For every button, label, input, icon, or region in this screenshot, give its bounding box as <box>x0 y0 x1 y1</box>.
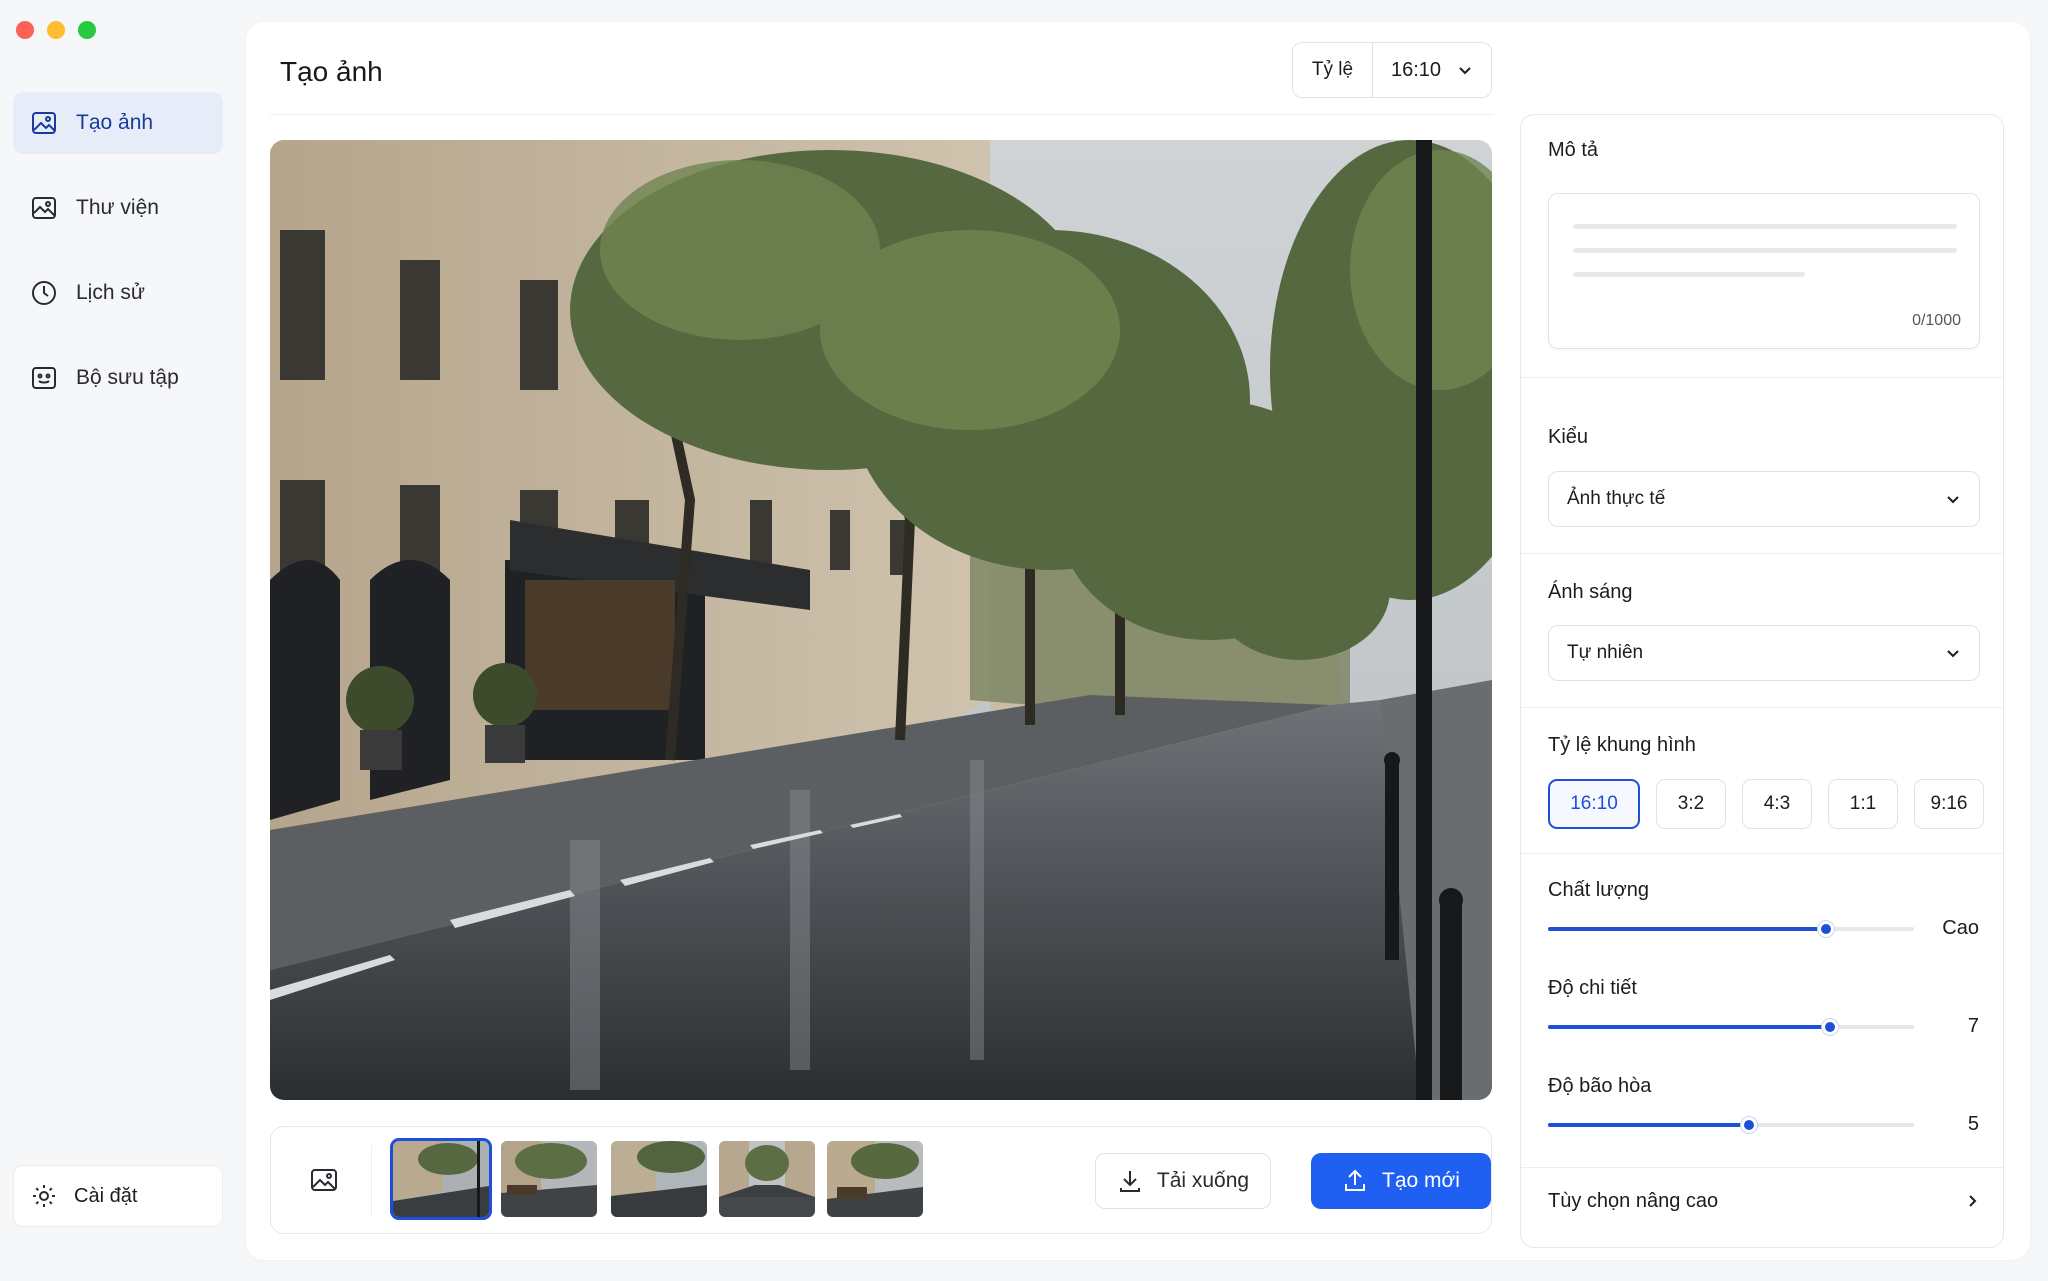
aspect-option-3-2[interactable]: 3:2 <box>1656 779 1726 829</box>
lighting-dropdown[interactable]: Tự nhiên <box>1548 625 1980 681</box>
lighting-label: Ánh sáng <box>1548 581 1633 603</box>
create-new-label: Tạo mới <box>1382 1169 1460 1192</box>
sidebar-item-create-image[interactable]: Tạo ảnh <box>13 92 223 154</box>
aspect-option-9-16[interactable]: 9:16 <box>1914 779 1984 829</box>
page-title: Tạo ảnh <box>280 56 383 87</box>
create-new-button[interactable]: Tạo mới <box>1311 1153 1491 1209</box>
toolbar-divider <box>371 1145 372 1217</box>
slider-fill <box>1548 927 1827 931</box>
header-divider <box>270 114 1494 115</box>
image-icon <box>32 112 56 134</box>
collection-icon <box>32 367 56 389</box>
placeholder-line <box>1573 224 1957 229</box>
detail-slider[interactable] <box>1548 1019 1914 1035</box>
settings-panel: Mô tả 0/1000 Kiểu Ảnh thực tế Ánh sáng T… <box>1520 114 2004 1248</box>
saturation-label: Độ bão hòa <box>1548 1075 1652 1097</box>
sidebar-item-label: Thư viện <box>76 196 159 219</box>
sidebar-item-collection[interactable]: Bộ sưu tập <box>13 347 223 409</box>
sidebar-item-label: Tạo ảnh <box>76 111 154 134</box>
aspect-option-16-10[interactable]: 16:10 <box>1548 779 1640 829</box>
placeholder-line <box>1573 272 1805 277</box>
sidebar-nav: Tạo ảnh Thư viện Lịch sử Bộ sưu tập <box>13 92 223 432</box>
download-button[interactable]: Tải xuống <box>1095 1153 1271 1209</box>
slider-fill <box>1548 1123 1750 1127</box>
download-icon <box>1119 1171 1140 1192</box>
section-divider <box>1521 1167 2003 1168</box>
aspect-option-1-1[interactable]: 1:1 <box>1828 779 1898 829</box>
thumbnail-1[interactable] <box>390 1138 492 1220</box>
description-label: Mô tả <box>1548 139 1599 161</box>
saturation-value: 5 <box>1967 1113 1979 1135</box>
image-toolbar: Tải xuống Tạo mới <box>270 1126 1492 1234</box>
section-divider <box>1521 553 2003 554</box>
thumbnail-5[interactable] <box>827 1141 923 1217</box>
slider-handle[interactable] <box>1741 1117 1758 1133</box>
style-value: Ảnh thực tế <box>1567 488 1666 509</box>
sidebar-item-label: Bộ sưu tập <box>76 366 179 389</box>
style-dropdown[interactable]: Ảnh thực tế <box>1548 471 1980 527</box>
section-divider <box>1521 853 2003 854</box>
quality-slider[interactable] <box>1548 921 1914 937</box>
advanced-options-label: Tùy chọn nâng cao <box>1548 1189 1719 1212</box>
sidebar-item-history[interactable]: Lịch sử <box>13 262 223 324</box>
style-label: Kiểu <box>1548 426 1589 448</box>
gallery-icon <box>32 197 56 219</box>
upload-icon <box>1345 1169 1366 1191</box>
thumbnail-2[interactable] <box>501 1141 597 1217</box>
section-divider <box>1521 707 2003 708</box>
gear-icon <box>33 1185 55 1207</box>
slider-handle[interactable] <box>1818 921 1835 937</box>
slider-fill <box>1548 1025 1830 1029</box>
thumbnail-3[interactable] <box>611 1141 707 1217</box>
aspect-ratio-label: Tỷ lệ khung hình <box>1548 734 1696 756</box>
generated-image <box>270 140 1492 1100</box>
sidebar: Tạo ảnh Thư viện Lịch sử Bộ sưu tập Cài … <box>0 0 240 1281</box>
chevron-down-icon <box>1947 496 1959 504</box>
settings-button[interactable]: Cài đặt <box>13 1165 223 1227</box>
detail-label: Độ chi tiết <box>1548 977 1637 999</box>
chevron-right-icon <box>1969 1195 1977 1207</box>
ratio-value: 16:10 <box>1391 58 1442 81</box>
clock-icon <box>32 281 56 305</box>
chevron-down-icon <box>1459 67 1471 75</box>
sidebar-item-library[interactable]: Thư viện <box>13 177 223 239</box>
upload-image-icon[interactable] <box>309 1165 339 1195</box>
main-content: Tạo ảnh Tỷ lệ 16:10 Tải xuống Tạo mới Mô… <box>246 22 2030 1260</box>
ratio-selector[interactable]: Tỷ lệ 16:10 <box>1292 42 1492 98</box>
ratio-dropdown[interactable]: 16:10 <box>1373 43 1491 97</box>
detail-value: 7 <box>1967 1015 1979 1037</box>
section-divider <box>1521 377 2003 378</box>
aspect-ratio-options: 16:10 3:2 4:3 1:1 9:16 <box>1548 779 1984 829</box>
sidebar-item-label: Lịch sử <box>76 281 145 304</box>
saturation-slider[interactable] <box>1548 1117 1914 1133</box>
description-input[interactable]: 0/1000 <box>1548 193 1980 349</box>
quality-label: Chất lượng <box>1548 879 1649 901</box>
aspect-option-4-3[interactable]: 4:3 <box>1742 779 1812 829</box>
placeholder-line <box>1573 248 1957 253</box>
ratio-label: Tỷ lệ <box>1293 43 1373 97</box>
quality-value: Cao <box>1942 917 1979 939</box>
lighting-value: Tự nhiên <box>1567 642 1644 663</box>
thumbnail-4[interactable] <box>719 1141 815 1217</box>
chevron-down-icon <box>1947 650 1959 658</box>
download-label: Tải xuống <box>1156 1169 1250 1192</box>
character-counter: 0/1000 <box>1912 312 1961 329</box>
advanced-options-button[interactable]: Tùy chọn nâng cao <box>1548 1181 1980 1221</box>
settings-label: Cài đặt <box>74 1184 138 1207</box>
slider-handle[interactable] <box>1821 1019 1838 1035</box>
